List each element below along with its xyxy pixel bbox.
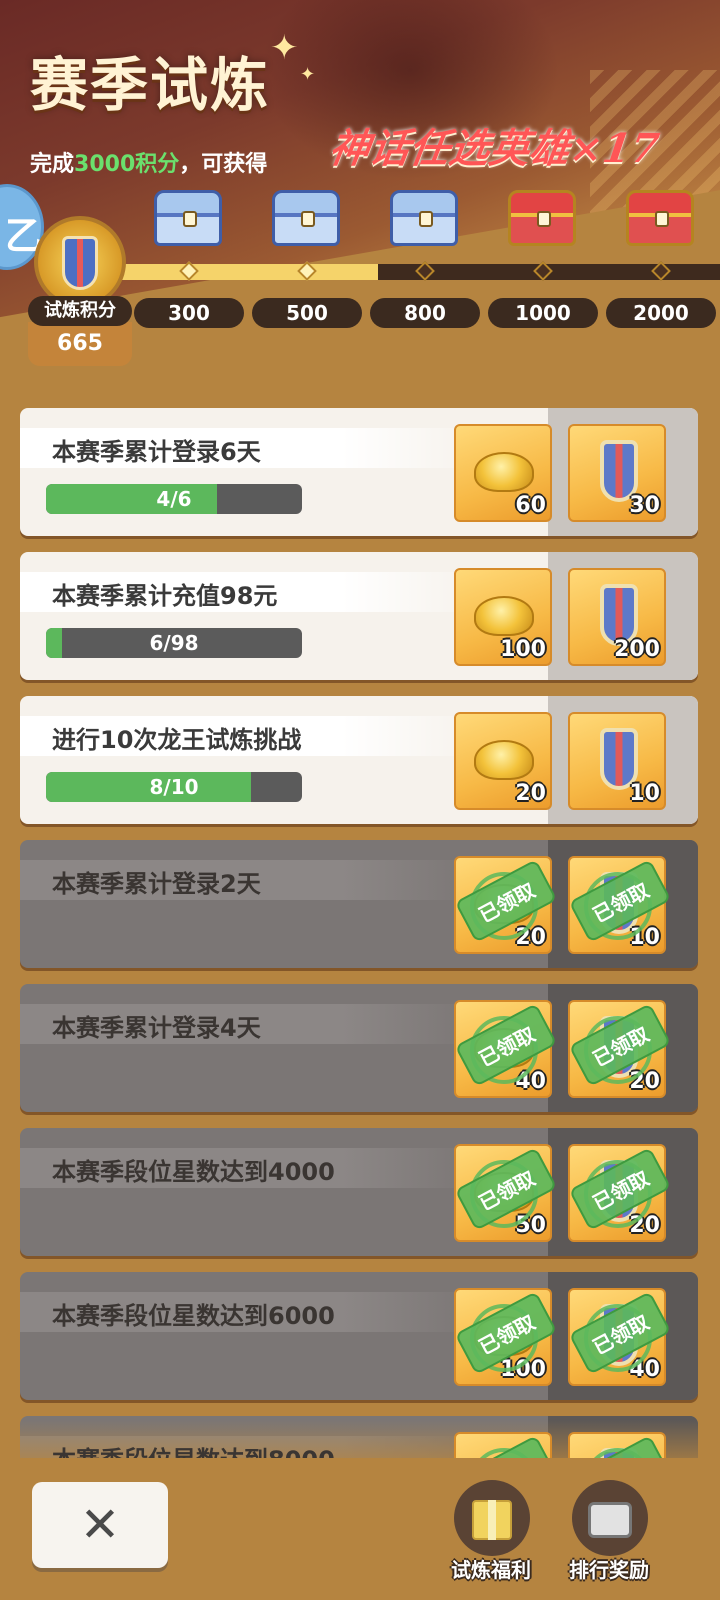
task-progress-bar: 8/10 [46, 772, 302, 802]
milestone-value: 2000 [606, 298, 716, 328]
progress-track-fill [110, 264, 378, 280]
task-progress-text: 4/6 [156, 487, 192, 511]
task-row[interactable]: 进行10次龙王试炼挑战 8/10 20 10 [20, 696, 698, 824]
task-name: 本赛季段位星数达到6000 [52, 1302, 335, 1330]
task-name: 本赛季累计登录6天 [52, 438, 261, 466]
hero-reward-text: 神话任选英雄×17 [326, 125, 662, 172]
reward-item[interactable]: 200 [568, 568, 666, 666]
task-row[interactable]: 本赛季段位星数达到4000 已领取 50 已领取 20 [20, 1128, 698, 1256]
reward-item[interactable]: 已领取 [454, 1432, 558, 1458]
reward-quantity: 30 [629, 493, 660, 518]
milestone-value: 800 [370, 298, 480, 328]
reward-item[interactable]: 已领取 40 [568, 1288, 672, 1386]
trial-benefits-button[interactable]: 试炼福利 [436, 1480, 546, 1590]
subtitle-prefix: 完成 [30, 152, 75, 177]
reward-quantity: 200 [614, 637, 660, 662]
task-name: 本赛季累计登录2天 [52, 870, 261, 898]
gold-ingot-icon [474, 596, 534, 636]
task-name: 本赛季段位星数达到8000 [52, 1440, 335, 1458]
reward-item[interactable]: 已领取 50 [454, 1144, 558, 1242]
task-list[interactable]: 本赛季累计登录6天 4/6 60 30 本赛季累计充值98元 6/98 100 200 进行10… [0, 408, 720, 1458]
reward-item[interactable]: 已领取 10 [568, 856, 672, 954]
subtitle-suffix: ，可获得 [179, 152, 268, 177]
treasure-chest-icon[interactable] [390, 190, 458, 246]
reward-quantity: 20 [515, 781, 546, 806]
gold-ingot-icon [474, 740, 534, 780]
treasure-chest-icon[interactable] [508, 190, 576, 246]
score-label: 试炼积分 [28, 296, 132, 326]
reward-item[interactable]: 已领取 100 [454, 1288, 558, 1386]
sparkle-icon: ✦ [270, 28, 299, 68]
milestone-value: 500 [252, 298, 362, 328]
task-row[interactable]: 本赛季累计登录4天 已领取 40 已领取 20 [20, 984, 698, 1112]
reward-quantity: 10 [629, 781, 660, 806]
reward-item[interactable]: 已领取 20 [568, 1144, 672, 1242]
reward-item[interactable]: 已领取 20 [568, 1000, 672, 1098]
milestone-value: 1000 [488, 298, 598, 328]
task-name: 进行10次龙王试炼挑战 [52, 726, 302, 754]
reward-quantity: 100 [500, 637, 546, 662]
reward-item[interactable]: 20 [454, 712, 552, 810]
task-row[interactable]: 本赛季累计登录2天 已领取 20 已领取 10 [20, 840, 698, 968]
reward-item[interactable]: 10 [568, 712, 666, 810]
score-value: 665 [28, 322, 132, 366]
reward-item[interactable]: 30 [568, 424, 666, 522]
gift-icon [472, 1500, 512, 1540]
task-name: 本赛季段位星数达到4000 [52, 1158, 335, 1186]
page-title: 赛季试炼 [30, 51, 271, 119]
reward-item[interactable]: 已领取 20 [454, 856, 558, 954]
sparkle-small-icon: ✦ [300, 64, 316, 85]
task-progress-bar: 4/6 [46, 484, 302, 514]
claimed-stamp: 已领取 [568, 1435, 672, 1458]
ranking-rewards-label: 排行奖励 [569, 1558, 649, 1582]
task-progress-text: 6/98 [149, 631, 199, 655]
ranking-rewards-button[interactable]: 排行奖励 [554, 1480, 664, 1590]
task-row[interactable]: 本赛季段位星数达到6000 已领取 100 已领取 40 [20, 1272, 698, 1400]
task-progress-text: 8/10 [149, 775, 199, 799]
subtitle: 完成3000积分，可获得 [30, 146, 267, 178]
claimed-stamp: 已领取 [454, 1435, 558, 1458]
reward-item[interactable]: 已领取 40 [454, 1000, 558, 1098]
task-row[interactable]: 本赛季累计充值98元 6/98 100 200 [20, 552, 698, 680]
reward-item[interactable]: 已领取 [568, 1432, 672, 1458]
treasure-chest-icon[interactable] [154, 190, 222, 246]
treasure-chest-icon[interactable] [272, 190, 340, 246]
reward-item[interactable]: 60 [454, 424, 552, 522]
treasure-chest-icon[interactable] [626, 190, 694, 246]
reward-item[interactable]: 100 [454, 568, 552, 666]
subtitle-points: 3000积分 [74, 152, 180, 177]
score-medal-icon [34, 216, 126, 308]
task-progress-bar: 6/98 [46, 628, 302, 658]
reward-quantity: 60 [515, 493, 546, 518]
task-name: 本赛季累计充值98元 [52, 582, 278, 610]
gold-ingot-icon [474, 452, 534, 492]
task-name: 本赛季累计登录4天 [52, 1014, 261, 1042]
milestone-value: 300 [134, 298, 244, 328]
close-button[interactable]: ✕ [32, 1482, 168, 1568]
task-row[interactable]: 本赛季累计登录6天 4/6 60 30 [20, 408, 698, 536]
chest-icon [588, 1502, 632, 1538]
trial-benefits-label: 试炼福利 [451, 1558, 531, 1582]
